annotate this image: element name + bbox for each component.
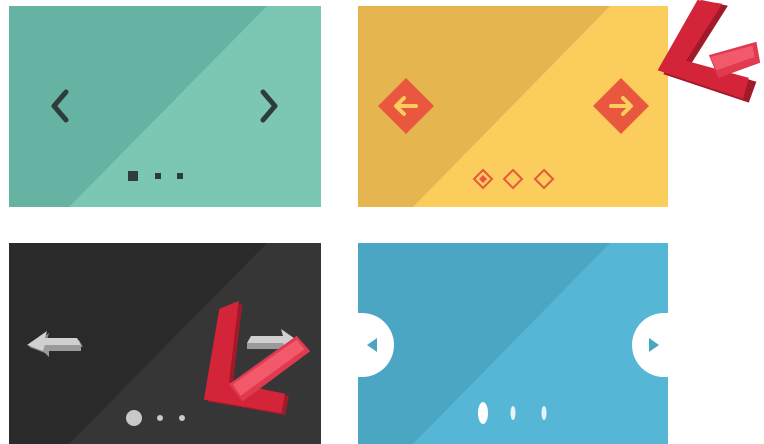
slider-panel-yellow	[358, 6, 668, 207]
indicator-dot[interactable]	[157, 415, 163, 421]
indicator-dot[interactable]	[179, 415, 185, 421]
indicator-pill[interactable]	[510, 406, 516, 420]
indicator-pill[interactable]	[541, 406, 547, 420]
slider-panel-blue	[358, 243, 668, 444]
next-button[interactable]	[253, 84, 289, 124]
indicator-square[interactable]	[155, 173, 161, 179]
indicator-pill-active[interactable]	[478, 402, 488, 424]
indicator-dot-active[interactable]	[126, 410, 142, 426]
prev-button[interactable]	[41, 84, 77, 124]
slider-panel-teal	[9, 6, 321, 207]
slider-panel-dark	[9, 243, 321, 444]
indicator-square[interactable]	[177, 173, 183, 179]
indicator-square-active[interactable]	[128, 171, 138, 181]
